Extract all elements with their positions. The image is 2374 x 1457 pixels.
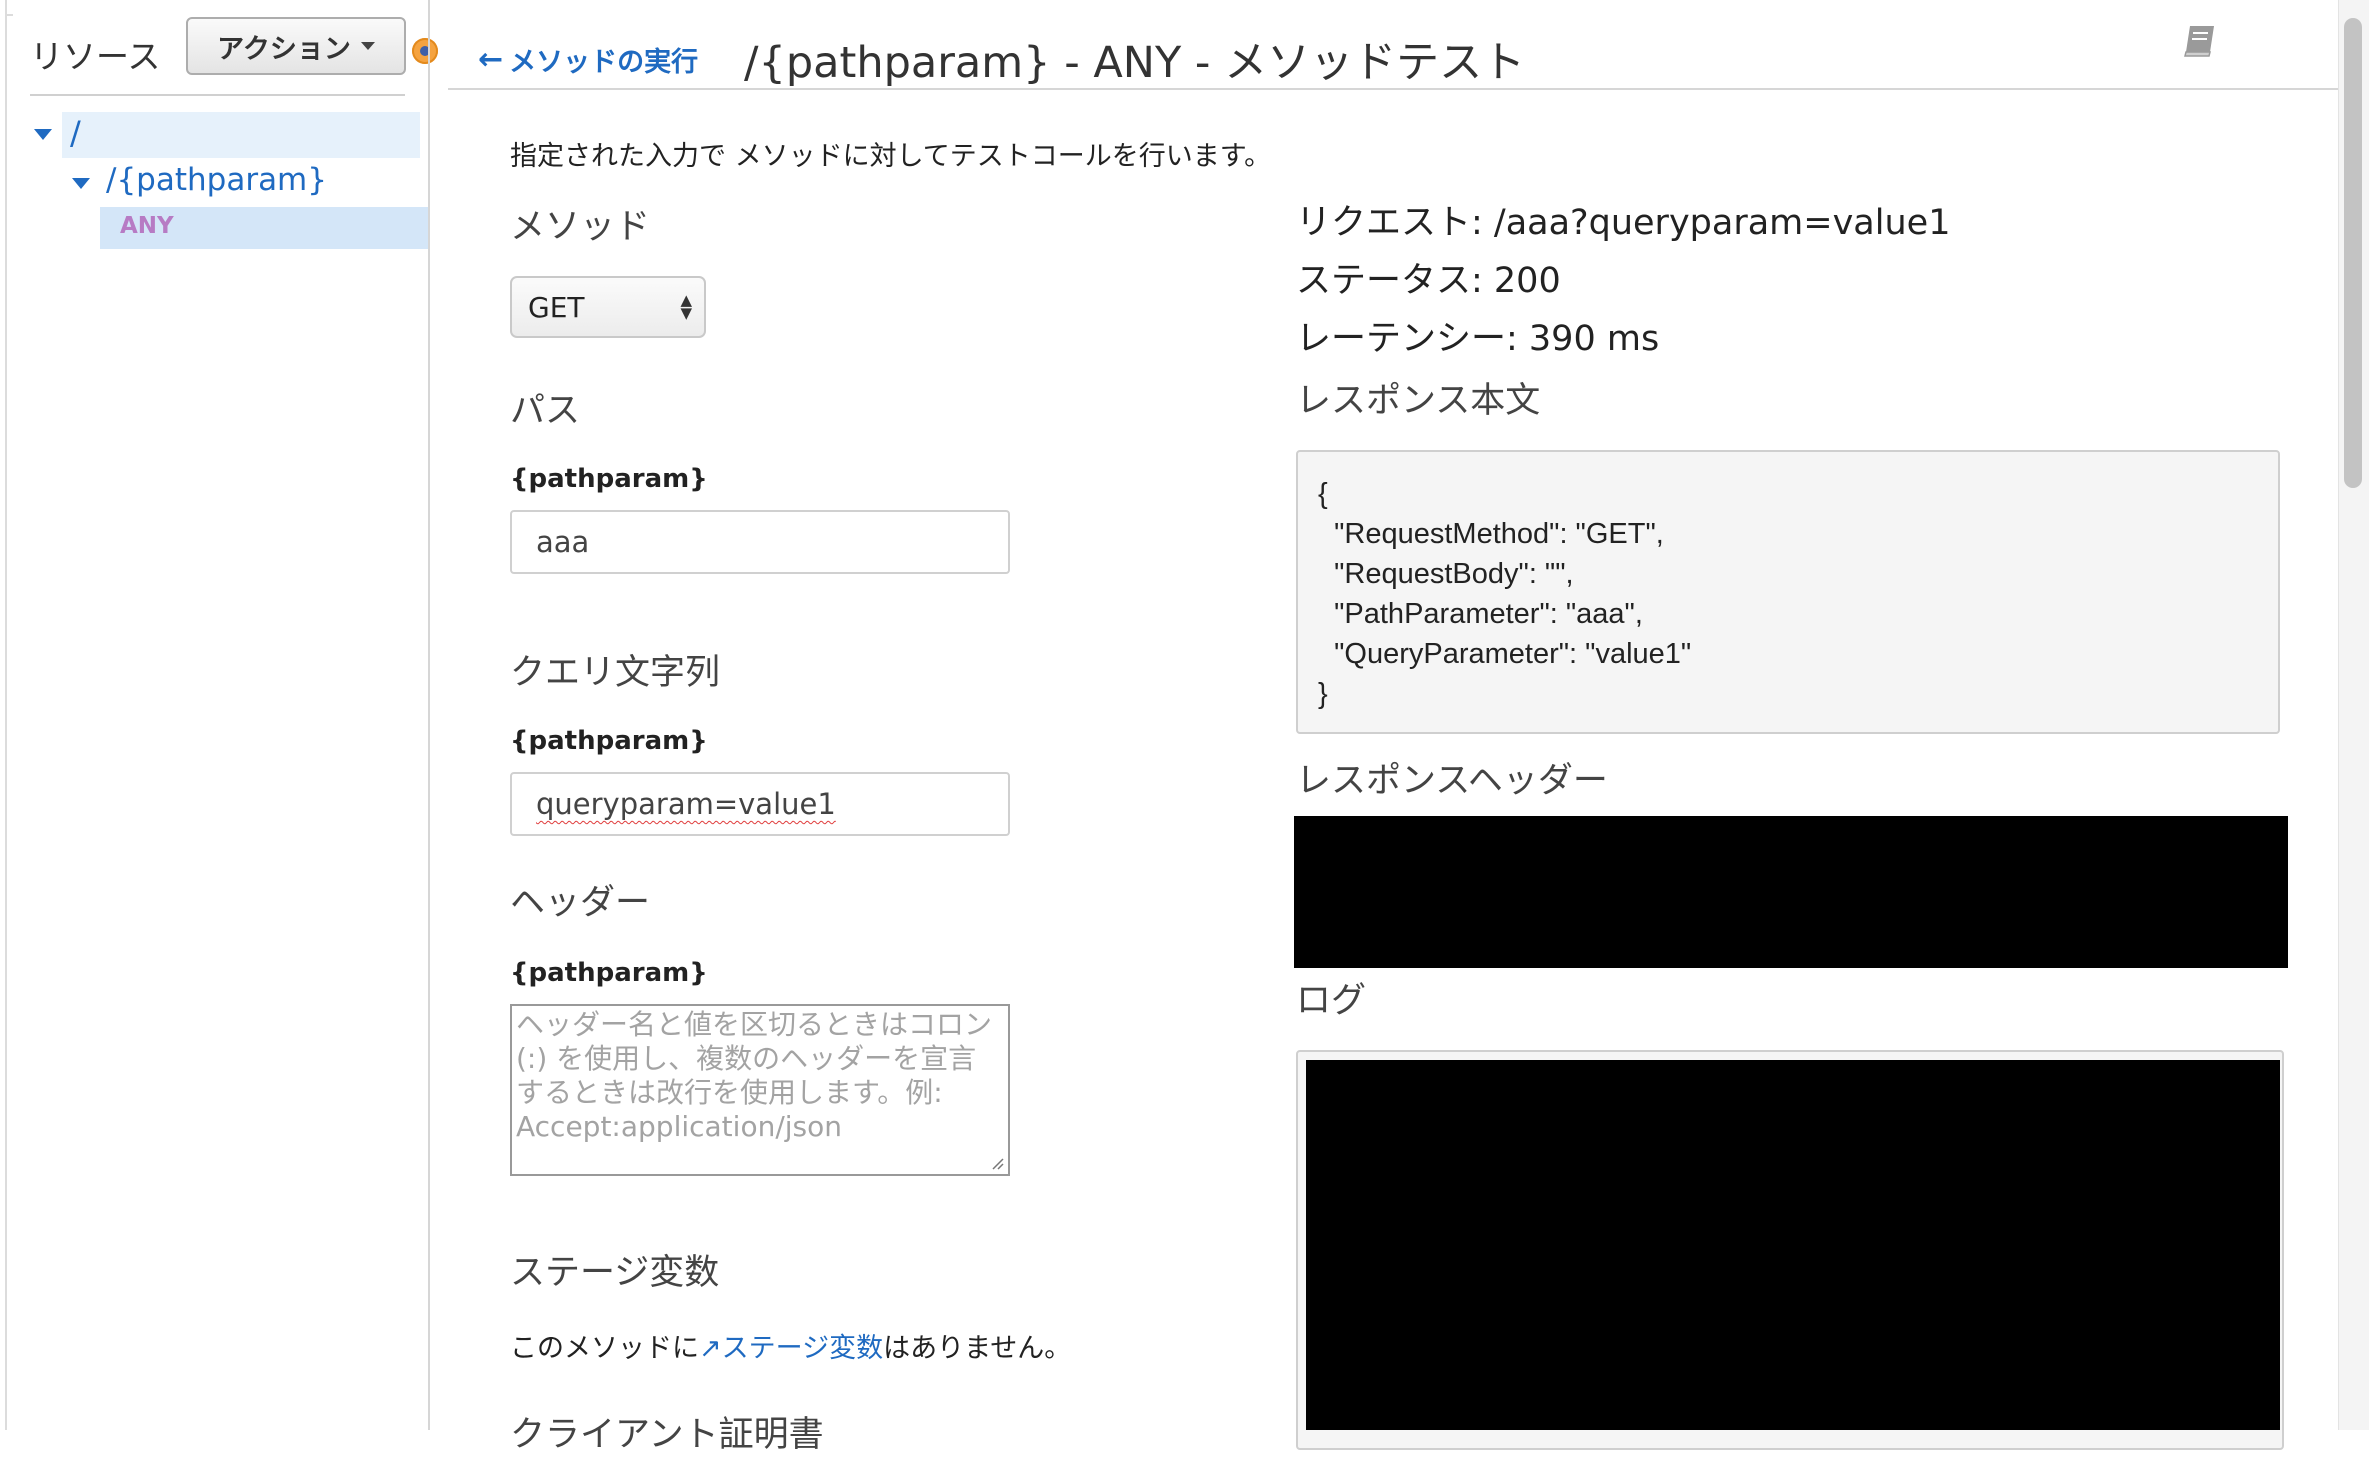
caret-down-icon	[360, 42, 375, 50]
stage-variables-heading: ステージ変数	[510, 1253, 720, 1293]
back-to-method-execution-link[interactable]: ← メソッドの実行	[478, 40, 698, 79]
stage-variables-link[interactable]: ↗ステージ変数	[699, 1333, 883, 1364]
tree-item-root-label[interactable]: /	[70, 114, 81, 152]
panel-edge-top	[5, 14, 13, 16]
panel-divider	[428, 0, 430, 1430]
response-body: { "RequestMethod": "GET", "RequestBody":…	[1296, 450, 2280, 734]
headers-heading: ヘッダー	[510, 883, 651, 923]
actions-dropdown-button[interactable]: アクション	[186, 17, 406, 75]
method-select[interactable]: GET ▲ ▼	[510, 276, 706, 338]
path-heading: パス	[510, 391, 581, 431]
page-title: /{pathparam} - ANY - メソッドテスト	[744, 38, 1526, 88]
stage-variables-link-label: ステージ変数	[721, 1333, 884, 1364]
arrow-left-icon: ←	[478, 42, 504, 77]
panel-edge	[5, 0, 7, 1430]
query-string-value: queryparam=value1	[536, 787, 836, 821]
headers-textarea[interactable]: ヘッダー名と値を区切るときはコロン (:) を使用し、複数のヘッダーを宣言すると…	[510, 1004, 1010, 1176]
actions-label: アクション	[217, 33, 351, 65]
stage-vars-suffix: はありません。	[883, 1333, 1072, 1364]
response-headers-heading: レスポンスヘッダー	[1296, 761, 1608, 801]
external-link-icon: ↗	[699, 1333, 722, 1364]
client-certificate-heading: クライアント証明書	[510, 1415, 824, 1455]
back-link-label: メソッドの実行	[509, 47, 699, 78]
resize-grip-icon[interactable]	[990, 1156, 1004, 1170]
query-string-heading: クエリ文字列	[510, 653, 721, 693]
query-string-input[interactable]: queryparam=value1	[510, 772, 1010, 836]
resources-title: リソース	[30, 37, 161, 76]
select-arrows-icon: ▲ ▼	[680, 291, 692, 322]
header-divider	[448, 88, 2338, 90]
path-param-input[interactable]: aaa	[510, 510, 1010, 574]
stage-vars-prefix: このメソッドに	[510, 1333, 699, 1364]
panel-resize-handle[interactable]	[412, 38, 438, 64]
headers-placeholder: ヘッダー名と値を区切るときはコロン (:) を使用し、複数のヘッダーを宣言すると…	[516, 1008, 993, 1143]
tree-item-root[interactable]	[62, 112, 420, 158]
method-heading: メソッド	[510, 207, 651, 247]
book-icon[interactable]	[2180, 20, 2220, 60]
response-body-heading: レスポンス本文	[1296, 381, 1541, 421]
sidebar-divider	[30, 94, 405, 96]
request-line: リクエスト: /aaa?queryparam=value1	[1296, 203, 1951, 243]
tree-item-pathparam[interactable]: /{pathparam}	[106, 162, 327, 198]
intro-text: 指定された入力で メソッドに対してテストコールを行います。	[510, 141, 1272, 172]
stage-variables-text: このメソッドに↗ステージ変数はありません。	[510, 1326, 1071, 1365]
headers-param-label: {pathparam}	[510, 958, 708, 988]
scrollbar-thumb[interactable]	[2344, 18, 2362, 488]
logs-heading: ログ	[1296, 981, 1367, 1021]
path-param-value: aaa	[536, 525, 590, 559]
method-badge[interactable]: ANY	[120, 213, 174, 239]
logs-redacted	[1306, 1060, 2280, 1430]
latency-line: レーテンシー: 390 ms	[1296, 319, 1660, 359]
response-headers-redacted	[1294, 816, 2288, 968]
path-param-label: {pathparam}	[510, 464, 708, 494]
method-select-value: GET	[528, 290, 585, 324]
status-line: ステータス: 200	[1296, 261, 1561, 301]
query-param-label: {pathparam}	[510, 726, 708, 756]
caret-down-icon[interactable]	[72, 178, 90, 189]
caret-down-icon[interactable]	[34, 129, 52, 140]
